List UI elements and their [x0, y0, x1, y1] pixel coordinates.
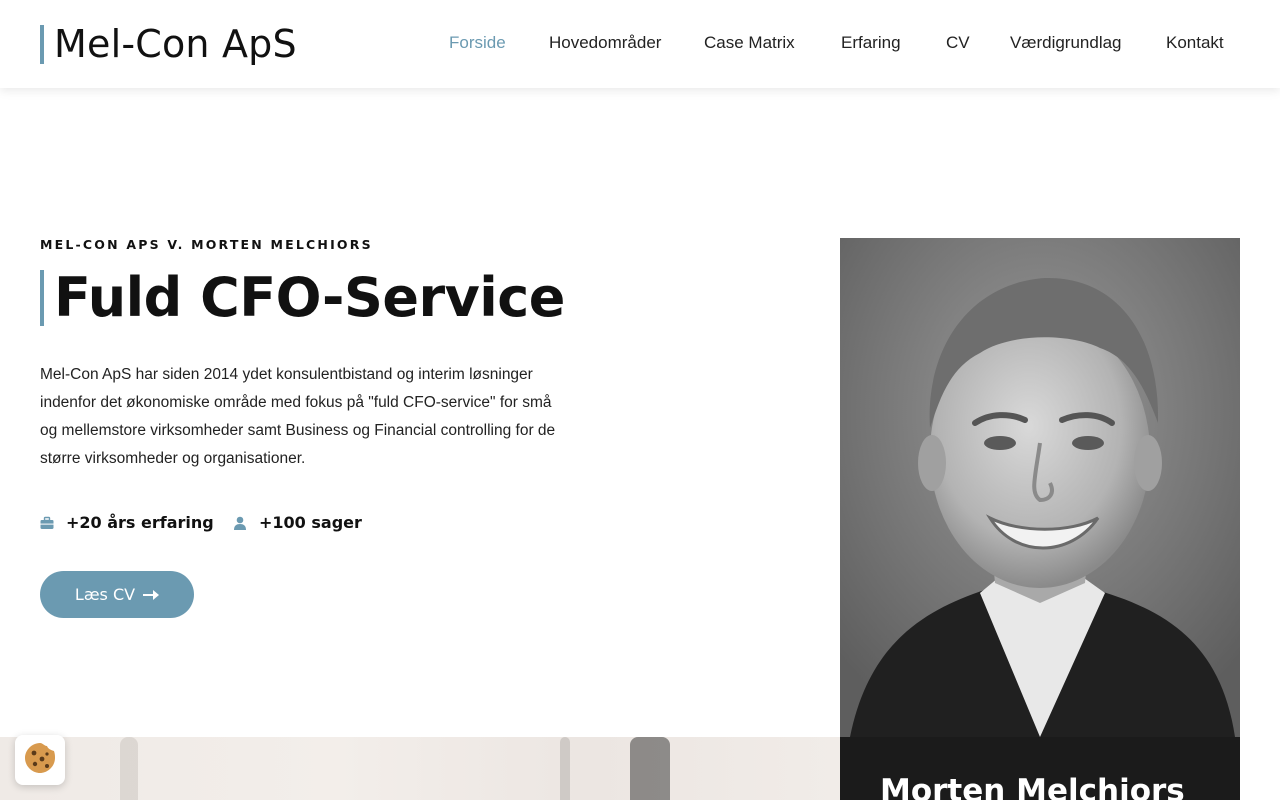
briefcase-icon [40, 515, 54, 529]
stat-experience: +20 års erfaring [40, 510, 214, 534]
nav-item-kontakt[interactable]: Kontakt [1166, 33, 1224, 53]
strip-figure [120, 737, 138, 800]
stat-cases-text: +100 sager [259, 512, 362, 532]
read-cv-label: Læs CV [74, 585, 136, 604]
read-cv-button[interactable]: Læs CV [40, 571, 194, 618]
arrow-right-icon [143, 585, 160, 604]
nav-item-erfaring[interactable]: Erfaring [841, 33, 901, 53]
background-image-strip [0, 737, 840, 800]
hero-lead: Mel-Con ApS har siden 2014 ydet konsulen… [40, 366, 556, 467]
cookie-settings-button[interactable] [15, 735, 65, 785]
profile-name: Morten Melchiors [880, 773, 1185, 800]
stat-experience-text: +20 års erfaring [66, 512, 214, 532]
hero-eyebrow: MEL-CON APS V. MORTEN MELCHIORS [40, 237, 373, 252]
stat-cases: +100 sager [233, 510, 362, 534]
cookie-icon [23, 741, 57, 779]
nav-item-forside[interactable]: Forside [449, 33, 506, 53]
strip-figure [630, 737, 670, 800]
strip-pole [560, 737, 570, 800]
nav-item-vaerdigrundlag[interactable]: Værdigrundlag [1010, 33, 1122, 53]
hero-title: Fuld CFO-Service [40, 270, 565, 326]
portrait-photo [840, 238, 1240, 737]
nav-item-cv[interactable]: CV [946, 33, 970, 53]
user-icon [233, 515, 247, 530]
site-header: Mel-Con ApS Forside Hovedområder Case Ma… [0, 0, 1280, 88]
nav-item-hovedomrader[interactable]: Hovedområder [549, 33, 661, 53]
main-nav: Forside Hovedområder Case Matrix Erfarin… [0, 33, 1280, 57]
profile-namecard: Morten Melchiors [840, 737, 1240, 800]
nav-item-case-matrix[interactable]: Case Matrix [704, 33, 795, 53]
